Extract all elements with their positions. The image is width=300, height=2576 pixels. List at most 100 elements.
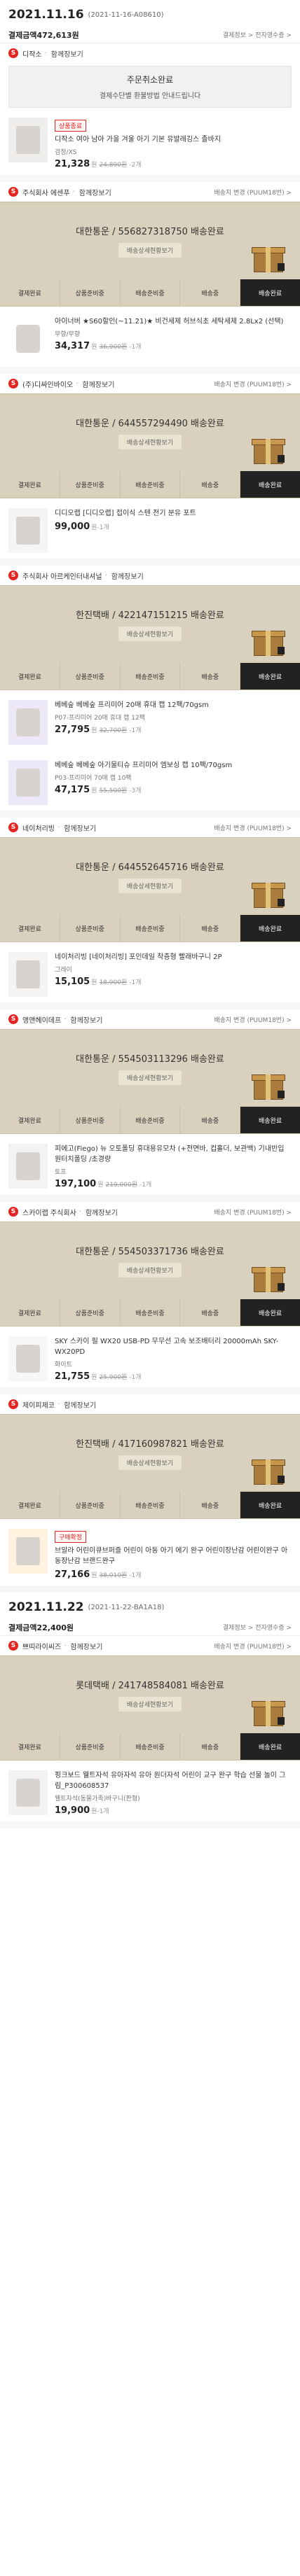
shop-together-link[interactable]: 함께장보기: [70, 1641, 102, 1651]
address-change-link[interactable]: 배송지 변경 (PUUM18번) >: [214, 1642, 292, 1651]
product-item[interactable]: 피에고(Fiego) 뉴 오토폴딩 휴대용유모차 (+전면바, 컵홀더, 보관백…: [0, 1134, 300, 1195]
product-thumbnail[interactable]: [8, 1336, 48, 1381]
shop-together-link[interactable]: 함께장보기: [111, 570, 144, 581]
product-info: 피에고(Fiego) 뉴 오토폴딩 휴대용유모차 (+전면바, 컵홀더, 보관백…: [55, 1144, 292, 1189]
shop-name[interactable]: 쁘띠라이씨즈: [22, 1641, 61, 1651]
delivery-header: 대한통운 / 644557294490 배송완료 배송상세현황보기: [0, 394, 300, 471]
product-thumbnail[interactable]: [8, 1144, 48, 1189]
shop-name[interactable]: 앵앤헤이데프: [22, 1014, 61, 1025]
address-change-link[interactable]: 배송지 변경 (PUUM18번) >: [214, 823, 292, 832]
product-thumbnail[interactable]: [8, 700, 48, 745]
tracking-status: 대한통운 / 556827318750 배송완료: [76, 227, 224, 237]
shop-name[interactable]: 스카이랩 주식회사: [22, 1207, 76, 1217]
product-thumbnail[interactable]: [8, 1770, 48, 1815]
receipt-links[interactable]: 결제정보 > 전자영수증 >: [223, 30, 292, 39]
delivery-detail-button[interactable]: 배송상세현황보기: [118, 243, 182, 258]
shop-name[interactable]: 제이피제코: [22, 1399, 55, 1410]
section-divider: [0, 1586, 300, 1592]
shop-together-link[interactable]: 함께장보기: [51, 48, 83, 59]
product-item[interactable]: 구매확정 브알라 어린이큐브퍼즐 어린이 아동 아기 에기 완구 어린이장난감 어…: [0, 1519, 300, 1586]
tracking-status: 한진택배 / 422147151215 배송완료: [76, 610, 224, 621]
address-change-link[interactable]: 배송지 변경 (PUUM18번) >: [214, 1015, 292, 1024]
step-3: 배송준비중: [121, 1299, 181, 1326]
product-item[interactable]: 상품종료 디작소 여아 남아 가을 겨울 아기 기본 유발레깅스 졸바지 검정/XS…: [0, 108, 300, 175]
address-change-link[interactable]: 배송지 변경 (PUUM18번) >: [214, 188, 292, 197]
delivery-detail-button[interactable]: 배송상세현황보기: [118, 1697, 182, 1712]
address-change-link[interactable]: 배송지 변경 (PUUM18번) >: [214, 379, 292, 388]
product-thumbnail[interactable]: [8, 760, 48, 805]
product-price: 27,795 원 32,700원 -1개: [55, 724, 292, 735]
product-item[interactable]: 베베숲 베베숲 프리미어 20매 휴대 캡 12팩/70gsm P07-프리미어 …: [0, 690, 300, 750]
shop-together-link[interactable]: 함께장보기: [79, 187, 111, 197]
step-2: 상품준비중: [60, 1299, 121, 1326]
separator-dot: ·: [57, 823, 60, 832]
order-date: 2021.11.16: [8, 8, 84, 22]
product-price: 99,000 원-1개: [55, 522, 292, 532]
product-name[interactable]: 브알라 어린이큐브퍼즐 어린이 아동 아기 에기 완구 어린이장난감 어린이완구…: [55, 1546, 292, 1567]
shop-together-link[interactable]: 함께장보기: [64, 1399, 96, 1410]
shop-icon: S: [8, 187, 18, 197]
delivery-header: 대한통운 / 644552645716 배송완료배송상세현황보기: [0, 838, 300, 915]
product-name[interactable]: 디디오랩 [디디오랩] 접이식 스텐 전기 분유 포트: [55, 508, 292, 519]
product-thumbnail[interactable]: [8, 118, 48, 162]
quantity: 2개: [131, 162, 142, 169]
tracking-status: 대한통운 / 644552645716 배송완료: [76, 862, 224, 873]
original-price: 25,900원: [99, 1374, 128, 1381]
shop-row[interactable]: SS앵앤헤이데프·함께장보기배송지 변경 (PUUM18번) >: [0, 1009, 300, 1029]
product-name[interactable]: 베베숲 베베숲 프리미어 20매 휴대 캡 12팩/70gsm: [55, 700, 292, 710]
shop-name[interactable]: 네이처리빙: [22, 822, 55, 833]
product-item[interactable]: 베베숲 베베숲 아기물티슈 프리미어 엠보싱 캡 10팩/70gsm P03-프리…: [0, 750, 300, 811]
product-option: 검정/XS: [55, 149, 77, 156]
product-thumbnail[interactable]: [8, 952, 48, 997]
delivery-box-icon: [250, 881, 287, 912]
shop-together-link[interactable]: 함께장보기: [64, 822, 96, 833]
shop-name[interactable]: (주)디싸인바이오: [22, 379, 73, 389]
delivery-detail-button[interactable]: 배송상세현황보기: [118, 1263, 182, 1278]
product-price: 21,328 원 24,890원 -2개: [55, 159, 292, 169]
product-item[interactable]: 네이처리빙 [네이처리빙] 포인데일 착층형 빨래바구니 2P 그레이 15,105…: [0, 942, 300, 1002]
shop-row[interactable]: SS쁘띠라이씨즈·함께장보기배송지 변경 (PUUM18번) >: [0, 1636, 300, 1656]
shop-together-link[interactable]: 함께장보기: [86, 1207, 118, 1217]
refund-guide[interactable]: 결제수단별 환불방법 안내드립니다: [100, 90, 200, 100]
product-item[interactable]: 핑크보드 웰트자석 유아자석 유아 원더자석 어린이 교구 완구 학습 선물 놀…: [0, 1760, 300, 1821]
product-info: 베베숲 베베숲 프리미어 20매 휴대 캡 12팩/70gsm P07-프리미어 …: [55, 700, 292, 745]
shop-row[interactable]: SS주식회사 아르케인터내셔널·함께장보기: [0, 566, 300, 585]
shop-name[interactable]: 디작소: [22, 48, 42, 59]
delivery-detail-button[interactable]: 배송상세현황보기: [118, 878, 182, 893]
product-item[interactable]: 아이너버 ★S60할인(~11.21)★ 비건세제 허브식초 세탁세제 2.8L…: [0, 307, 300, 367]
product-name[interactable]: 핑크보드 웰트자석 유아자석 유아 원더자석 어린이 교구 완구 학습 선물 놀…: [55, 1770, 292, 1791]
shop-row[interactable]: SS디작소·함께장보기: [0, 43, 300, 63]
product-name[interactable]: 아이너버 ★S60할인(~11.21)★ 비건세제 허브식초 세탁세제 2.8L…: [55, 316, 292, 327]
shop-row[interactable]: SS스카이랩 주식회사·함께장보기배송지 변경 (PUUM18번) >: [0, 1202, 300, 1222]
delivery-detail-button[interactable]: 배송상세현황보기: [118, 626, 182, 641]
shop-row[interactable]: SS제이피제코·함께장보기: [0, 1394, 300, 1414]
delivery-detail-button[interactable]: 배송상세현황보기: [118, 435, 182, 449]
delivery-detail-button[interactable]: 배송상세현황보기: [118, 1070, 182, 1085]
product-item[interactable]: SKY 스카이 필 WX20 USB-PD 무무선 고속 보조배터리 20000…: [0, 1326, 300, 1387]
product-option: P07-프리미어 20매 휴대 캡 12팩: [55, 715, 145, 722]
product-name[interactable]: 네이처리빙 [네이처리빙] 포인데일 착층형 빨래바구니 2P: [55, 952, 292, 962]
product-info: 핑크보드 웰트자석 유아자석 유아 원더자석 어린이 교구 완구 학습 선물 놀…: [55, 1770, 292, 1816]
shop-name[interactable]: 주식회사 에센푸: [22, 187, 70, 197]
shop-together-link[interactable]: 함께장보기: [70, 1014, 102, 1025]
product-name[interactable]: 디작소 여아 남아 가을 겨울 아기 기본 유발레깅스 졸바지: [55, 134, 292, 145]
product-image: [16, 769, 40, 797]
receipt-links[interactable]: 결제정보 > 전자영수증 >: [223, 1623, 292, 1632]
address-change-link[interactable]: 배송지 변경 (PUUM18번) >: [214, 1208, 292, 1217]
product-image: [16, 1779, 40, 1807]
shop-together-link[interactable]: 함께장보기: [82, 379, 114, 389]
product-thumbnail[interactable]: [8, 508, 48, 553]
product-name[interactable]: 피에고(Fiego) 뉴 오토폴딩 휴대용유모차 (+전면바, 컵홀더, 보관백…: [55, 1144, 292, 1165]
shop-name[interactable]: 주식회사 아르케인터내셔널: [22, 570, 102, 581]
product-name[interactable]: 베베숲 베베숲 아기물티슈 프리미어 엠보싱 캡 10팩/70gsm: [55, 760, 292, 771]
product-price: 19,900 원-1개: [55, 1805, 292, 1816]
section-divider: [0, 1387, 300, 1394]
product-item[interactable]: 디디오랩 [디디오랩] 접이식 스텐 전기 분유 포트 99,000 원-1개: [0, 498, 300, 559]
shop-row[interactable]: SS주식회사 에센푸·함께장보기배송지 변경 (PUUM18번) >: [0, 182, 300, 202]
delivery-detail-button[interactable]: 배송상세현황보기: [118, 1455, 182, 1470]
product-name[interactable]: SKY 스카이 필 WX20 USB-PD 무무선 고속 보조배터리 20000…: [55, 1336, 292, 1357]
shop-row[interactable]: SS(주)디싸인바이오·함께장보기배송지 변경 (PUUM18번) >: [0, 374, 300, 393]
product-thumbnail[interactable]: [8, 1529, 48, 1574]
product-thumbnail[interactable]: [8, 316, 48, 361]
shop-row[interactable]: SS네이처리빙·함께장보기배송지 변경 (PUUM18번) >: [0, 818, 300, 837]
